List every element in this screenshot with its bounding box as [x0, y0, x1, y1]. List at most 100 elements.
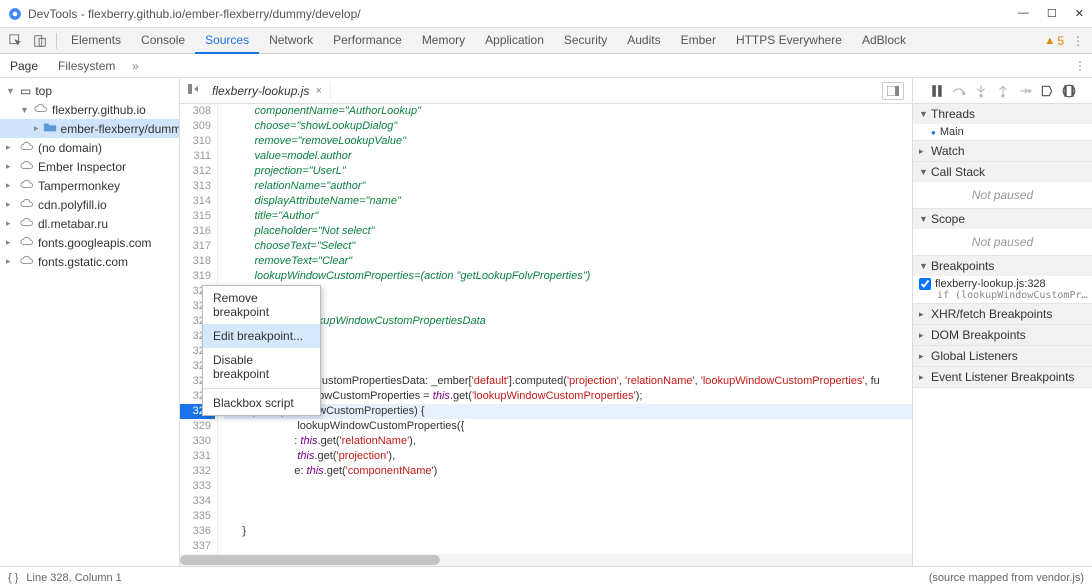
close-icon[interactable]: ×	[315, 85, 321, 97]
code-line[interactable]: this.get('projection'),	[224, 449, 912, 464]
code-editor[interactable]: 3083093103113123133143153163173183193203…	[180, 104, 912, 554]
nav-origin[interactable]: ▸Tampermonkey	[0, 176, 179, 195]
filesystem-tab[interactable]: Filesystem	[48, 54, 125, 78]
code-line[interactable]: @private	[224, 344, 912, 359]
tab-performance[interactable]: Performance	[323, 28, 412, 54]
global-listeners-header[interactable]: ▸Global Listeners	[913, 346, 1092, 366]
horizontal-scrollbar[interactable]	[180, 554, 912, 566]
line-number[interactable]: 336	[180, 524, 211, 539]
line-number[interactable]: 308	[180, 104, 211, 119]
tab-elements[interactable]: Elements	[61, 28, 131, 54]
nav-origin[interactable]: ▸dl.metabar.ru	[0, 214, 179, 233]
code-line[interactable]: @property _lookupWindowCustomPropertiesD…	[224, 314, 912, 329]
line-number[interactable]: 332	[180, 464, 211, 479]
code-line[interactable]: lookupWindowCustomProperties=(action "ge…	[224, 269, 912, 284]
scroll-thumb[interactable]	[180, 555, 440, 565]
nav-origin[interactable]: ▸cdn.polyfill.io	[0, 195, 179, 214]
tab-ember[interactable]: Ember	[671, 28, 726, 54]
code-line[interactable]: var lookupWindowCustomProperties = this.…	[224, 389, 912, 404]
code-line[interactable]: : this.get('relationName'),	[224, 434, 912, 449]
code-line[interactable]: remove="removeLookupValue"	[224, 134, 912, 149]
nav-origin[interactable]: ▸(no domain)	[0, 138, 179, 157]
breakpoints-header[interactable]: ▼Breakpoints	[913, 256, 1092, 276]
tab-console[interactable]: Console	[131, 28, 195, 54]
code-line[interactable]: lookupWindowCustomProperties({	[224, 419, 912, 434]
toggle-sidebar-icon[interactable]	[882, 82, 904, 100]
code-line[interactable]	[224, 539, 912, 554]
line-number[interactable]: 317	[180, 239, 211, 254]
scope-header[interactable]: ▼Scope	[913, 209, 1092, 229]
navigator-menu-icon[interactable]: ⋮	[1068, 59, 1092, 73]
line-number[interactable]: 335	[180, 509, 211, 524]
inspect-element-icon[interactable]	[4, 29, 28, 53]
breakpoint-checkbox[interactable]	[919, 278, 931, 290]
braces-icon[interactable]: { }	[8, 572, 18, 584]
code-line[interactable]: placeholder="Not select"	[224, 224, 912, 239]
line-number[interactable]: 337	[180, 539, 211, 554]
tab-application[interactable]: Application	[475, 28, 554, 54]
step-into-icon[interactable]	[974, 84, 988, 98]
watch-header[interactable]: ▸Watch	[913, 141, 1092, 161]
nav-toggle-icon[interactable]	[184, 83, 204, 98]
code-line[interactable]: }	[224, 524, 912, 539]
code-line[interactable]: _lookupWindowCustomPropertiesData: _embe…	[224, 374, 912, 389]
code-line[interactable]	[224, 494, 912, 509]
device-toggle-icon[interactable]	[28, 29, 52, 53]
step-icon[interactable]	[1018, 84, 1032, 98]
nav-origin[interactable]: ▸fonts.gstatic.com	[0, 252, 179, 271]
xhr-breakpoints-header[interactable]: ▸XHR/fetch Breakpoints	[913, 304, 1092, 324]
step-out-icon[interactable]	[996, 84, 1010, 98]
nav-origin[interactable]: ▸Ember Inspector	[0, 157, 179, 176]
tab-sources[interactable]: Sources	[195, 28, 259, 54]
nav-domain-flexberry[interactable]: ▼ flexberry.github.io	[0, 100, 179, 119]
thread-main[interactable]: ●Main	[913, 124, 1092, 140]
event-listener-breakpoints-header[interactable]: ▸Event Listener Breakpoints	[913, 367, 1092, 387]
threads-header[interactable]: ▼Threads	[913, 104, 1092, 124]
more-tabs-icon[interactable]: »	[125, 59, 145, 73]
code-line[interactable]: componentName="AuthorLookup"	[224, 104, 912, 119]
code-line[interactable]: e: this.get('componentName')	[224, 464, 912, 479]
maximize-button[interactable]: ☐	[1047, 7, 1057, 20]
line-number[interactable]: 311	[180, 149, 211, 164]
code-line[interactable]: if (lookupWindowCustomProperties) {	[224, 404, 912, 419]
code-line[interactable]: choose="showLookupDialog"	[224, 119, 912, 134]
tab-memory[interactable]: Memory	[412, 28, 475, 54]
step-over-icon[interactable]	[952, 84, 966, 98]
line-number[interactable]: 331	[180, 449, 211, 464]
code-line[interactable]	[224, 299, 912, 314]
deactivate-breakpoints-icon[interactable]	[1040, 84, 1054, 98]
nav-origin[interactable]: ▸fonts.googleapis.com	[0, 233, 179, 252]
line-number[interactable]: 309	[180, 119, 211, 134]
code-line[interactable]: projection="UserL"	[224, 164, 912, 179]
code-line[interactable]: value=model.author	[224, 149, 912, 164]
tab-audits[interactable]: Audits	[617, 28, 670, 54]
line-number[interactable]: 319	[180, 269, 211, 284]
code-content[interactable]: componentName="AuthorLookup" choose="sho…	[218, 104, 912, 554]
pause-icon[interactable]	[930, 84, 944, 98]
line-number[interactable]: 333	[180, 479, 211, 494]
line-number[interactable]: 329	[180, 419, 211, 434]
line-number[interactable]: 316	[180, 224, 211, 239]
tab-network[interactable]: Network	[259, 28, 323, 54]
line-number[interactable]: 312	[180, 164, 211, 179]
line-number[interactable]: 314	[180, 194, 211, 209]
dom-breakpoints-header[interactable]: ▸DOM Breakpoints	[913, 325, 1092, 345]
code-line[interactable]: relationName="author"	[224, 179, 912, 194]
line-number[interactable]: 334	[180, 494, 211, 509]
context-menu-item[interactable]: Edit breakpoint...	[203, 324, 320, 348]
code-line[interactable]: }}	[224, 284, 912, 299]
code-line[interactable]: title="Author"	[224, 209, 912, 224]
minimize-button[interactable]: —	[1018, 7, 1029, 20]
tab-security[interactable]: Security	[554, 28, 617, 54]
line-number[interactable]: 315	[180, 209, 211, 224]
page-tab[interactable]: Page	[0, 54, 48, 78]
line-number[interactable]: 318	[180, 254, 211, 269]
callstack-header[interactable]: ▼Call Stack	[913, 162, 1092, 182]
pause-on-exceptions-icon[interactable]	[1062, 84, 1076, 98]
nav-top[interactable]: ▼ ▭ top	[0, 82, 179, 100]
code-line[interactable]: */	[224, 359, 912, 374]
code-line[interactable]: @type Object	[224, 329, 912, 344]
context-menu-item[interactable]: Remove breakpoint	[203, 286, 320, 324]
code-line[interactable]: displayAttributeName="name"	[224, 194, 912, 209]
settings-menu-icon[interactable]: ⋮	[1072, 34, 1084, 48]
